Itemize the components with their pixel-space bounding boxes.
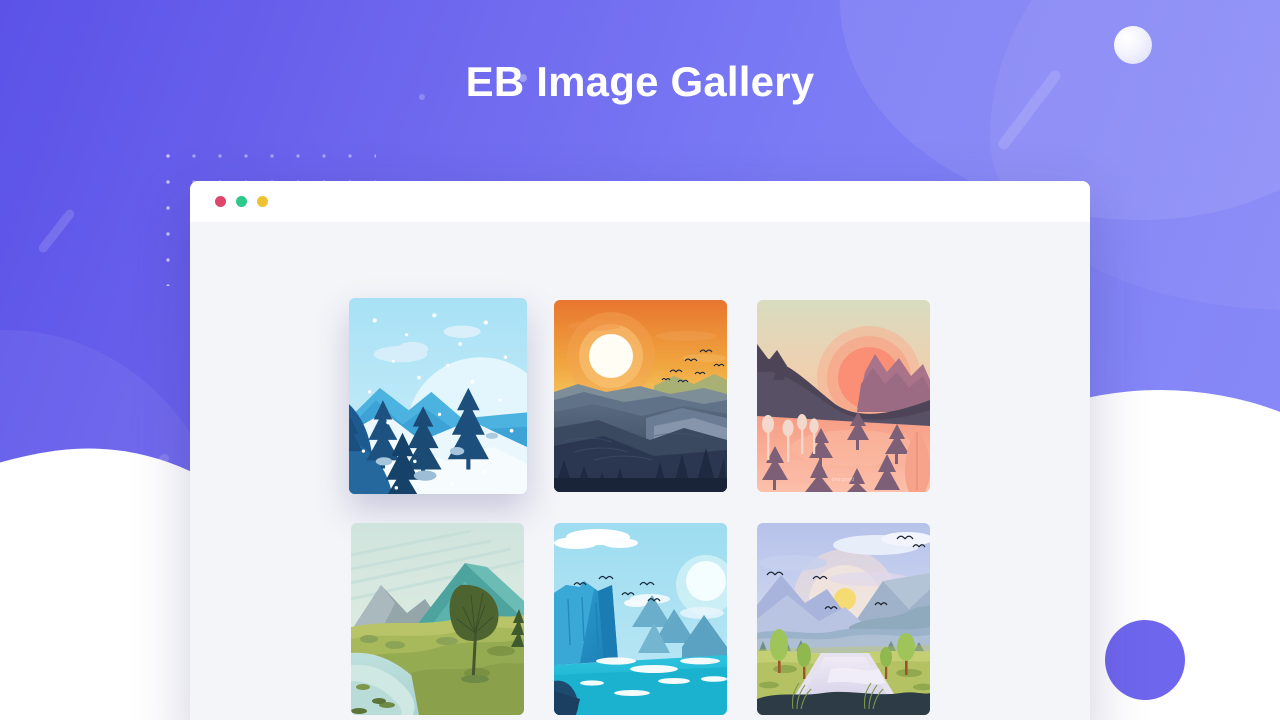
green-valley-river-image xyxy=(350,523,524,715)
gallery-item-blue-cliff-lagoon[interactable] xyxy=(553,523,727,715)
page-title: EB Image Gallery xyxy=(465,58,815,105)
decorative-circle-bottom-right xyxy=(1105,620,1185,700)
gallery-item-green-valley-river[interactable] xyxy=(350,523,524,715)
window-titlebar xyxy=(190,181,1090,222)
image-gallery: designed xyxy=(190,222,1090,720)
window-close-button[interactable] xyxy=(215,196,226,207)
gallery-grid: designed xyxy=(190,298,1090,715)
sunset-mountains-image xyxy=(553,300,727,492)
gallery-item-sunset-mountains[interactable] xyxy=(553,300,727,492)
gallery-item-coral-hills-sunset[interactable]: designed xyxy=(756,300,930,492)
dot-grid-pattern-column xyxy=(152,140,192,286)
window-minimize-button[interactable] xyxy=(236,196,247,207)
gallery-item-winter-forest[interactable] xyxy=(348,298,527,494)
gallery-item-pastel-lake-sunrise[interactable] xyxy=(756,523,930,715)
window-maximize-button[interactable] xyxy=(257,196,268,207)
winter-forest-image xyxy=(348,298,527,494)
blue-cliff-lagoon-image xyxy=(553,523,727,715)
coral-hills-sunset-image xyxy=(756,300,930,492)
pastel-lake-sunrise-image xyxy=(756,523,930,715)
browser-window: designed xyxy=(190,181,1090,720)
slash-ornament-icon xyxy=(36,207,77,255)
image-watermark: designed xyxy=(831,477,855,483)
